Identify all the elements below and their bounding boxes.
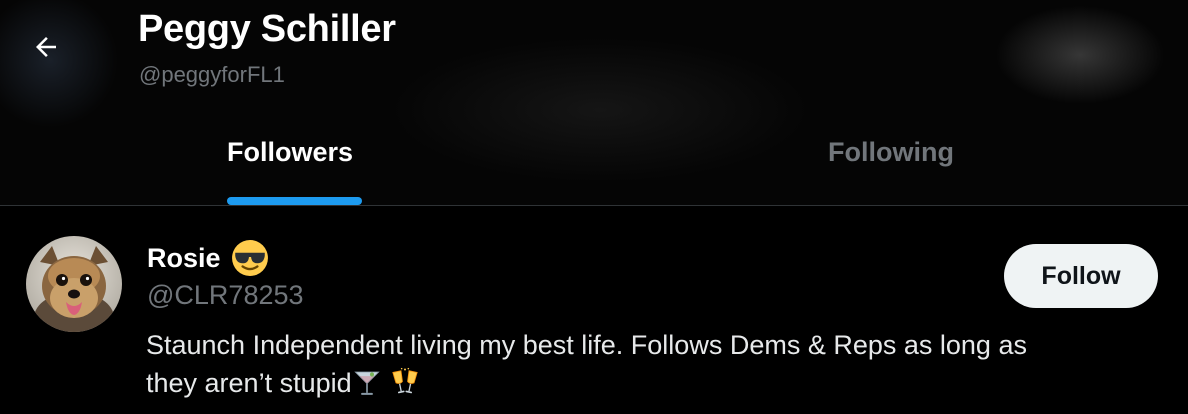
user-handle: @CLR78253 xyxy=(147,280,304,310)
tab-followers[interactable]: Followers xyxy=(227,126,362,206)
cocktail-glass-icon xyxy=(352,367,382,397)
tab-following[interactable]: Following xyxy=(828,126,954,206)
user-name[interactable]: Rosie xyxy=(147,239,269,277)
user-bio: Staunch Independent living my best life.… xyxy=(146,326,1146,402)
tab-followers-label: Followers xyxy=(227,137,354,167)
smiling-face-with-sunglasses-icon xyxy=(231,239,269,277)
arrow-left-icon xyxy=(36,37,56,57)
bio-line-1: Staunch Independent living my best life.… xyxy=(146,330,1027,360)
tab-following-label: Following xyxy=(828,137,954,167)
avatar-yorkie-dog xyxy=(26,236,122,332)
avatar[interactable] xyxy=(26,236,122,332)
back-button[interactable] xyxy=(22,26,70,68)
user-name-text: Rosie xyxy=(147,242,221,273)
profile-handle: @peggyforFL1 xyxy=(139,62,285,87)
follow-button[interactable]: Follow xyxy=(1004,244,1158,308)
bio-line-2: they aren’t stupid xyxy=(146,368,352,398)
follower-list-item[interactable]: Rosie @CLR78253 Staunch Independent livi… xyxy=(0,206,1188,414)
active-tab-indicator xyxy=(227,197,362,205)
clinking-glasses-icon xyxy=(390,367,420,397)
profile-name: Peggy Schiller xyxy=(138,8,396,50)
